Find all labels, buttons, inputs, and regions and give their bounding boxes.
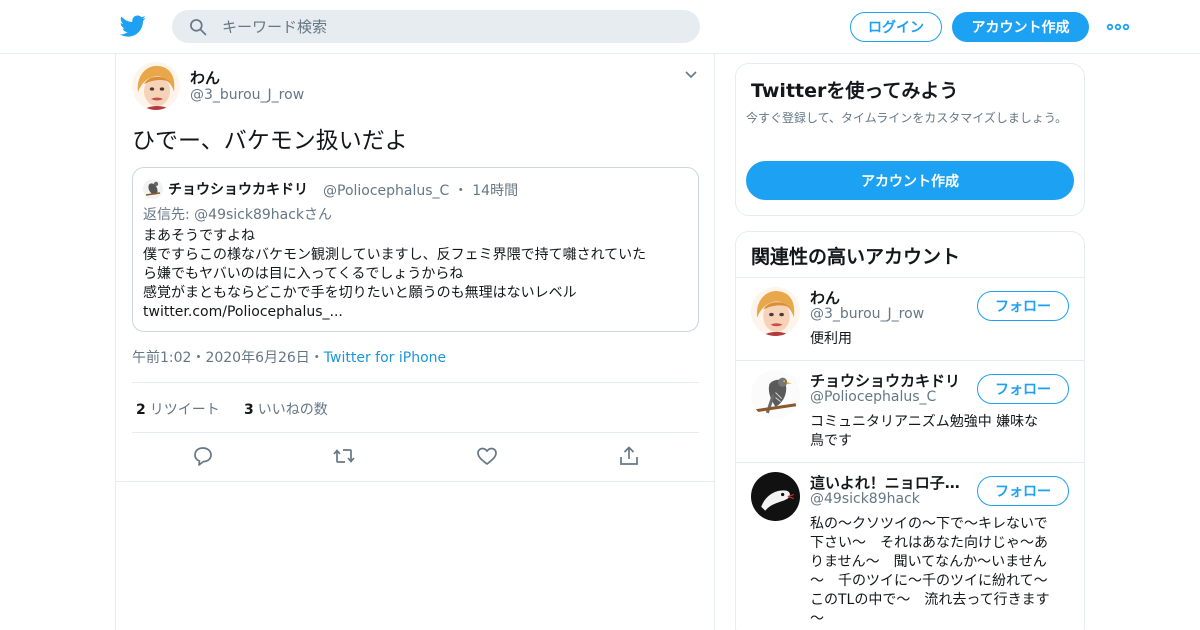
signup-card-description: 今すぐ登録して、タイムラインをカスタマイズしましょう。	[746, 111, 1068, 125]
bio-line: 下さい～ それはあなた向けじゃ～あ	[810, 535, 1048, 551]
account-handle[interactable]: @Poliocephalus_C	[810, 389, 936, 405]
account-bio: 私の～クソツイの～下で～キレないで 下さい～ それはあなた向けじゃ～あ りません…	[810, 515, 1072, 629]
bio-line: ～	[810, 611, 824, 627]
quote-text: まあそうですよね 僕ですらこの様なバケモン観測していますし、反フェミ界隈で持て囃…	[143, 227, 688, 322]
signup-card-button[interactable]: アカウント作成	[746, 161, 1074, 200]
tweet-stats: 2 リツイート 3 いいねの数	[132, 382, 699, 433]
related-account-item[interactable]: チョウショウカキドリ @Poliocephalus_C フォロー コミュニタリア…	[736, 360, 1084, 462]
tweet-detail: わん @3_burou_J_row ひでー、バケモン扱いだよ チョウショウカキド…	[116, 54, 714, 482]
signup-card-title: Twitterを使ってみよう	[751, 80, 959, 102]
quote-reply-to: 返信先: @49sick89hackさん	[143, 207, 333, 223]
bio-line: 便利用	[810, 331, 852, 347]
related-accounts-title: 関連性の高いアカウント	[751, 246, 961, 268]
quote-author-handle: @Poliocephalus_C	[323, 183, 450, 199]
retweet-count: 2	[136, 402, 146, 418]
like-label: いいねの数	[257, 402, 328, 418]
quote-meta: @Poliocephalus_C ・ 14時間	[323, 180, 518, 200]
quote-avatar	[143, 179, 163, 199]
like-stat[interactable]: 3 いいねの数	[244, 399, 328, 419]
account-name[interactable]: わん	[810, 287, 840, 308]
like-count: 3	[244, 402, 254, 418]
related-account-item[interactable]: 這いよれ！ニョロ子… @49sick89hack フォロー 私の～クソツイの～下…	[736, 462, 1084, 630]
retweet-stat[interactable]: 2 リツイート	[136, 399, 220, 419]
account-name[interactable]: チョウショウカキドリ	[810, 370, 960, 391]
bio-line: 私の～クソツイの～下で～キレないで	[810, 516, 1048, 532]
bio-line: ～ 千のツイに～千のツイに紛れて～	[810, 573, 1048, 589]
tweet-source-link[interactable]: Twitter for iPhone	[324, 350, 446, 366]
signup-card: Twitterを使ってみよう 今すぐ登録して、タイムラインをカスタマイズしましょ…	[735, 63, 1085, 216]
avatar[interactable]	[132, 62, 180, 110]
bio-line: このTLの中で～ 流れ去って行きます	[810, 592, 1050, 608]
author-handle[interactable]: @3_burou_J_row	[190, 87, 304, 103]
separator-dot: ・	[453, 183, 468, 199]
follow-button[interactable]: フォロー	[977, 476, 1069, 506]
quote-line: ら嫌でもヤバいのは目に入ってくるでしょうからね	[143, 266, 464, 282]
search-input[interactable]	[222, 10, 682, 43]
related-account-item[interactable]: わん @3_burou_J_row フォロー 便利用	[736, 277, 1084, 360]
signup-button[interactable]: アカウント作成	[952, 12, 1089, 42]
account-bio: 便利用	[810, 330, 1072, 349]
more-options-icon[interactable]	[1106, 18, 1130, 36]
top-header: ログイン アカウント作成	[0, 0, 1200, 54]
quote-line: まあそうですよね	[143, 228, 255, 244]
chevron-down-icon[interactable]	[684, 68, 698, 82]
follow-button[interactable]: フォロー	[977, 374, 1069, 404]
account-handle[interactable]: @3_burou_J_row	[810, 306, 924, 322]
quote-time: 14時間	[472, 183, 519, 199]
retweet-icon[interactable]	[332, 444, 356, 468]
reply-icon[interactable]	[191, 444, 215, 468]
follow-button[interactable]: フォロー	[977, 291, 1069, 321]
related-accounts-card: 関連性の高いアカウント わん @3_burou_J_row フォロー 便利用 チ…	[735, 231, 1085, 630]
retweet-label: リツイート	[149, 402, 220, 418]
share-icon[interactable]	[617, 444, 641, 468]
quote-line: 感覚がまともならどこかで手を切りたいと願うのも無理はないレベル	[143, 285, 577, 301]
quote-link[interactable]: twitter.com/Poliocephalus_...	[143, 303, 688, 322]
bio-line: コミュニタリアニズム勉強中 嫌味な	[810, 414, 1039, 430]
avatar[interactable]	[751, 370, 800, 419]
bio-line: りません～ 聞いてなんか～いません	[810, 554, 1047, 570]
account-handle[interactable]: @49sick89hack	[810, 491, 920, 507]
quoted-tweet[interactable]: チョウショウカキドリ @Poliocephalus_C ・ 14時間 返信先: …	[132, 167, 699, 332]
quote-author-name: チョウショウカキドリ	[168, 182, 308, 198]
tweet-meta: 午前1:02・2020年6月26日・Twitter for iPhone	[132, 347, 446, 367]
tweet-text: ひでー、バケモン扱いだよ	[132, 128, 408, 154]
account-name[interactable]: 這いよれ！ニョロ子…	[810, 472, 960, 493]
account-bio: コミュニタリアニズム勉強中 嫌味な 鳥です	[810, 413, 1072, 451]
tweet-actions	[132, 444, 699, 470]
login-button[interactable]: ログイン	[850, 12, 942, 42]
avatar[interactable]	[751, 287, 800, 336]
main-column: わん @3_burou_J_row ひでー、バケモン扱いだよ チョウショウカキド…	[115, 54, 715, 630]
like-heart-icon[interactable]	[475, 444, 499, 468]
search-bar	[172, 10, 700, 43]
bio-line: 鳥です	[810, 433, 852, 449]
tweet-timestamp: 午前1:02・2020年6月26日・	[132, 350, 324, 366]
author-name[interactable]: わん	[190, 67, 220, 88]
search-icon	[190, 19, 207, 36]
quote-line: 僕ですらこの様なバケモン観測していますし、反フェミ界隈で持て囃されていた	[143, 247, 647, 263]
avatar[interactable]	[751, 472, 800, 521]
twitter-bird-icon[interactable]	[120, 13, 146, 39]
